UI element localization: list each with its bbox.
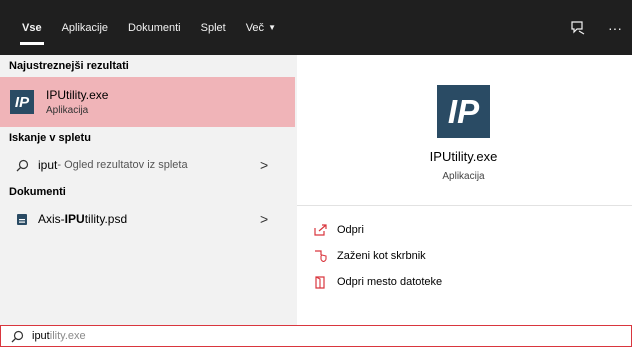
chevron-right-icon[interactable]: > bbox=[260, 157, 268, 173]
tab-web-label: Splet bbox=[200, 21, 226, 34]
scope-tabs: Vse Aplikacije Dokumenti Splet Več ▼ bbox=[12, 0, 286, 55]
document-name-match: IPU bbox=[64, 212, 85, 226]
document-item[interactable]: Axis- IPU tility.psd > bbox=[0, 203, 295, 235]
web-search-heading: Iskanje v spletu bbox=[9, 132, 91, 144]
document-name-rest: tility.psd bbox=[84, 212, 128, 226]
best-match-heading: Najustreznejši rezultati bbox=[9, 60, 129, 72]
tab-all-label: Vse bbox=[22, 21, 42, 34]
file-location-icon bbox=[313, 275, 327, 289]
search-top-bar: Vse Aplikacije Dokumenti Splet Več ▼ ··· bbox=[0, 0, 632, 55]
tab-documents-label: Dokumenti bbox=[128, 21, 181, 34]
tab-more[interactable]: Več ▼ bbox=[236, 0, 286, 55]
action-run-as-admin-label: Zaženi kot skrbnik bbox=[337, 250, 426, 262]
results-list: Najustreznejši rezultati IP IPUtility.ex… bbox=[0, 55, 295, 325]
web-search-item[interactable]: iput - Ogled rezultatov iz spleta > bbox=[0, 149, 295, 181]
tab-web[interactable]: Splet bbox=[191, 0, 236, 55]
action-open-file-location-label: Odpri mesto datoteke bbox=[337, 276, 443, 288]
preview-divider bbox=[295, 205, 632, 206]
web-search-hint: - Ogled rezultatov iz spleta bbox=[57, 159, 188, 171]
tab-documents[interactable]: Dokumenti bbox=[118, 0, 191, 55]
search-icon bbox=[11, 330, 24, 343]
action-open-label: Odpri bbox=[337, 224, 364, 236]
document-name-prefix: Axis- bbox=[38, 212, 65, 226]
open-icon bbox=[313, 224, 327, 236]
tab-all[interactable]: Vse bbox=[12, 0, 52, 55]
chevron-down-icon: ▼ bbox=[268, 23, 276, 32]
tab-more-label: Več bbox=[245, 21, 265, 34]
top-icons: ··· bbox=[570, 0, 622, 55]
search-box[interactable]: iput ility.exe bbox=[0, 325, 632, 347]
documents-heading: Dokumenti bbox=[9, 186, 66, 198]
ip-utility-large-logo-icon: IP bbox=[437, 85, 490, 138]
pane-separator bbox=[295, 55, 297, 325]
preview-pane: IP IPUtility.exe Aplikacija Odpri Zaženi… bbox=[295, 55, 632, 325]
preview-actions: Odpri Zaženi kot skrbnik Odpri mesto dat… bbox=[313, 217, 442, 295]
tab-apps[interactable]: Aplikacije bbox=[52, 0, 118, 55]
search-icon bbox=[14, 159, 30, 172]
best-match-type: Aplikacija bbox=[46, 105, 89, 116]
search-autocomplete-text: ility.exe bbox=[49, 330, 86, 342]
web-search-query: iput bbox=[38, 158, 58, 172]
document-file-icon bbox=[14, 213, 30, 226]
more-icon[interactable]: ··· bbox=[608, 20, 622, 36]
action-open-file-location[interactable]: Odpri mesto datoteke bbox=[313, 269, 442, 295]
best-match-item[interactable]: IP IPUtility.exe Aplikacija bbox=[0, 77, 295, 127]
ip-utility-logo-icon: IP bbox=[10, 90, 34, 114]
search-typed-text[interactable]: iput bbox=[32, 330, 50, 342]
preview-app-name: IPUtility.exe bbox=[429, 149, 498, 164]
action-open[interactable]: Odpri bbox=[313, 217, 442, 243]
feedback-icon[interactable] bbox=[570, 20, 586, 36]
chevron-right-icon[interactable]: > bbox=[260, 211, 268, 227]
preview-app-type: Aplikacija bbox=[442, 171, 485, 182]
admin-shield-icon bbox=[313, 250, 327, 262]
tab-apps-label: Aplikacije bbox=[61, 21, 109, 34]
action-run-as-admin[interactable]: Zaženi kot skrbnik bbox=[313, 243, 442, 269]
best-match-name: IPUtility.exe bbox=[46, 88, 109, 102]
